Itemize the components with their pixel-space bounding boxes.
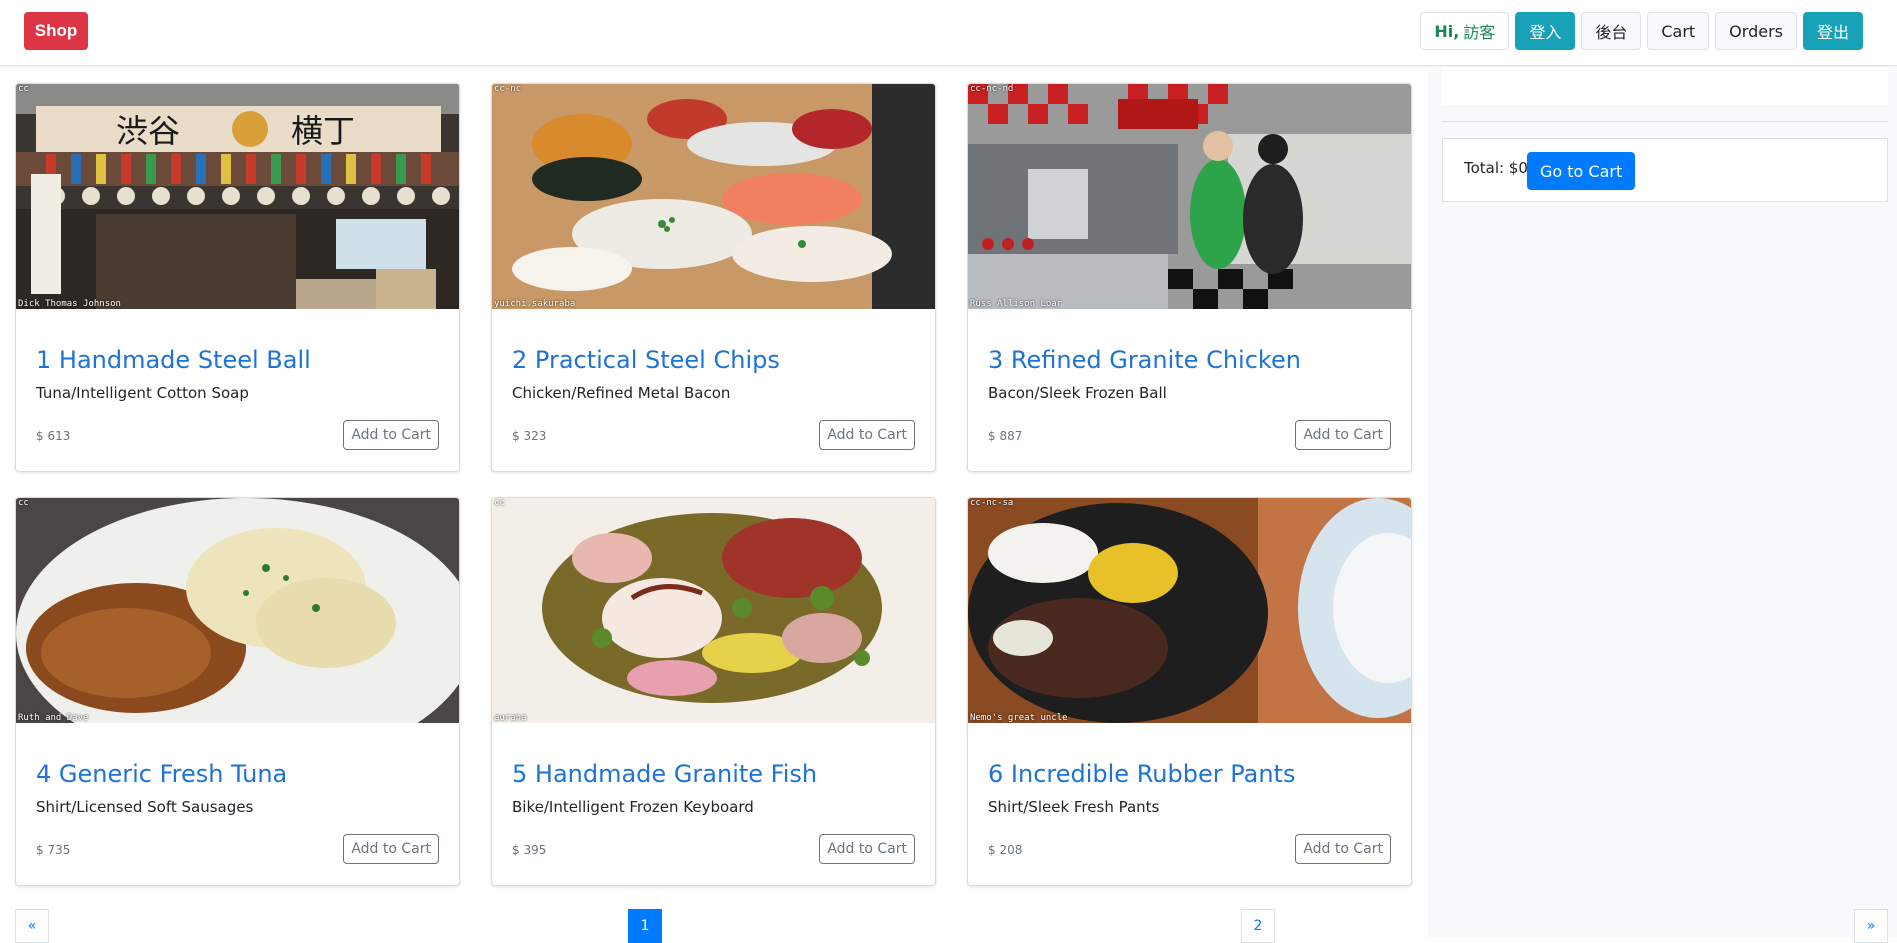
add-to-cart-button[interactable]: Add to Cart	[819, 420, 915, 450]
greeting-name: 訪客	[1463, 23, 1496, 42]
image-license-tag: cc	[494, 498, 505, 508]
cart-button[interactable]: Cart	[1647, 12, 1710, 50]
product-subtitle: Bacon/Sleek Frozen Ball	[988, 384, 1167, 402]
add-to-cart-button[interactable]: Add to Cart	[1295, 834, 1391, 864]
product-subtitle: Tuna/Intelligent Cotton Soap	[36, 384, 249, 402]
product-image[interactable]: 渋谷 横丁 cc Dick Thomas Johnson	[16, 84, 459, 309]
product-image[interactable]: cc-nc-nd Russ Allison Loar	[968, 84, 1411, 309]
image-credit: yuichi.sakuraba	[494, 299, 576, 309]
image-license-tag: cc-nc-sa	[970, 498, 1014, 508]
product-subtitle: Bike/Intelligent Frozen Keyboard	[512, 798, 754, 816]
add-to-cart-button[interactable]: Add to Cart	[343, 420, 439, 450]
navbar-actions: Hi, 訪客 登入 後台 Cart Orders 登出	[1420, 12, 1863, 50]
product-card: cc-nc yuichi.sakuraba 2 Practical Steel …	[491, 83, 936, 472]
brand-button[interactable]: Shop	[24, 12, 88, 50]
product-image[interactable]: cc-nc-sa Nemo's great uncle	[968, 498, 1411, 723]
image-credit: aurana	[494, 713, 527, 723]
orders-button[interactable]: Orders	[1715, 12, 1797, 50]
product-price: $ 395	[512, 843, 547, 857]
sidebar-divider	[1442, 121, 1888, 122]
go-to-cart-button[interactable]: Go to Cart	[1527, 152, 1636, 190]
cart-total: Total: $0	[1464, 159, 1528, 177]
pagination-prev[interactable]: «	[15, 909, 49, 943]
add-to-cart-button[interactable]: Add to Cart	[343, 834, 439, 864]
product-title[interactable]: 5 Handmade Granite Fish	[512, 760, 817, 788]
image-credit: Ruth and Dave	[18, 713, 89, 723]
sidebar-top-panel	[1442, 67, 1888, 105]
image-license-tag: cc	[18, 498, 29, 508]
greeting-hi: Hi,	[1434, 21, 1460, 41]
product-title[interactable]: 1 Handmade Steel Ball	[36, 346, 311, 374]
product-price: $ 887	[988, 429, 1023, 443]
image-credit: Dick Thomas Johnson	[18, 299, 121, 309]
product-title[interactable]: 6 Incredible Rubber Pants	[988, 760, 1295, 788]
image-credit: Russ Allison Loar	[970, 299, 1063, 309]
pagination-page-2[interactable]: 2	[1241, 909, 1275, 943]
salad-photo	[492, 498, 935, 723]
sushi-photo	[492, 84, 935, 309]
product-title[interactable]: 3 Refined Granite Chicken	[988, 346, 1301, 374]
product-image[interactable]: cc Ruth and Dave	[16, 498, 459, 723]
admin-button[interactable]: 後台	[1581, 12, 1642, 50]
product-price: $ 323	[512, 429, 547, 443]
svg-text:横丁: 横丁	[291, 112, 355, 150]
breakfast-photo	[16, 498, 459, 723]
add-to-cart-button[interactable]: Add to Cart	[819, 834, 915, 864]
product-card: 渋谷 横丁 cc Dick Thomas Johnson 1 Handmade …	[15, 83, 460, 472]
navbar: Shop Hi, 訪客 登入 後台 Cart Orders 登出	[0, 0, 1897, 66]
product-card: cc-nc-nd Russ Allison Loar 3 Refined Gra…	[967, 83, 1412, 472]
product-image[interactable]: cc aurana	[492, 498, 935, 723]
product-image[interactable]: cc-nc yuichi.sakuraba	[492, 84, 935, 309]
pagination-page-current[interactable]: 1	[628, 909, 662, 943]
image-license-tag: cc-nc	[494, 84, 522, 94]
product-subtitle: Shirt/Sleek Fresh Pants	[988, 798, 1160, 816]
diner-photo	[968, 84, 1411, 309]
product-title[interactable]: 2 Practical Steel Chips	[512, 346, 780, 374]
image-credit: Nemo's great uncle	[970, 713, 1068, 723]
product-subtitle: Chicken/Refined Metal Bacon	[512, 384, 731, 402]
image-license-tag: cc	[18, 84, 29, 94]
product-subtitle: Shirt/Licensed Soft Sausages	[36, 798, 254, 816]
storefront-photo: 渋谷 横丁	[16, 84, 459, 309]
product-price: $ 613	[36, 429, 71, 443]
greeting-button[interactable]: Hi, 訪客	[1420, 12, 1510, 50]
cart-sidebar: Total: $0 Go to Cart	[1428, 67, 1897, 937]
product-price: $ 735	[36, 843, 71, 857]
image-license-tag: cc-nc-nd	[970, 84, 1014, 94]
add-to-cart-button[interactable]: Add to Cart	[1295, 420, 1391, 450]
product-card: cc Ruth and Dave 4 Generic Fresh Tuna Sh…	[15, 497, 460, 886]
product-title[interactable]: 4 Generic Fresh Tuna	[36, 760, 287, 788]
login-button[interactable]: 登入	[1515, 12, 1576, 50]
svg-text:渋谷: 渋谷	[116, 112, 180, 150]
product-card: cc-nc-sa Nemo's great uncle 6 Incredible…	[967, 497, 1412, 886]
steak-photo	[968, 498, 1411, 723]
logout-button[interactable]: 登出	[1802, 12, 1863, 50]
product-card: cc aurana 5 Handmade Granite Fish Bike/I…	[491, 497, 936, 886]
pagination-next[interactable]: »	[1854, 909, 1888, 943]
cart-summary: Total: $0 Go to Cart	[1442, 138, 1888, 202]
product-price: $ 208	[988, 843, 1023, 857]
